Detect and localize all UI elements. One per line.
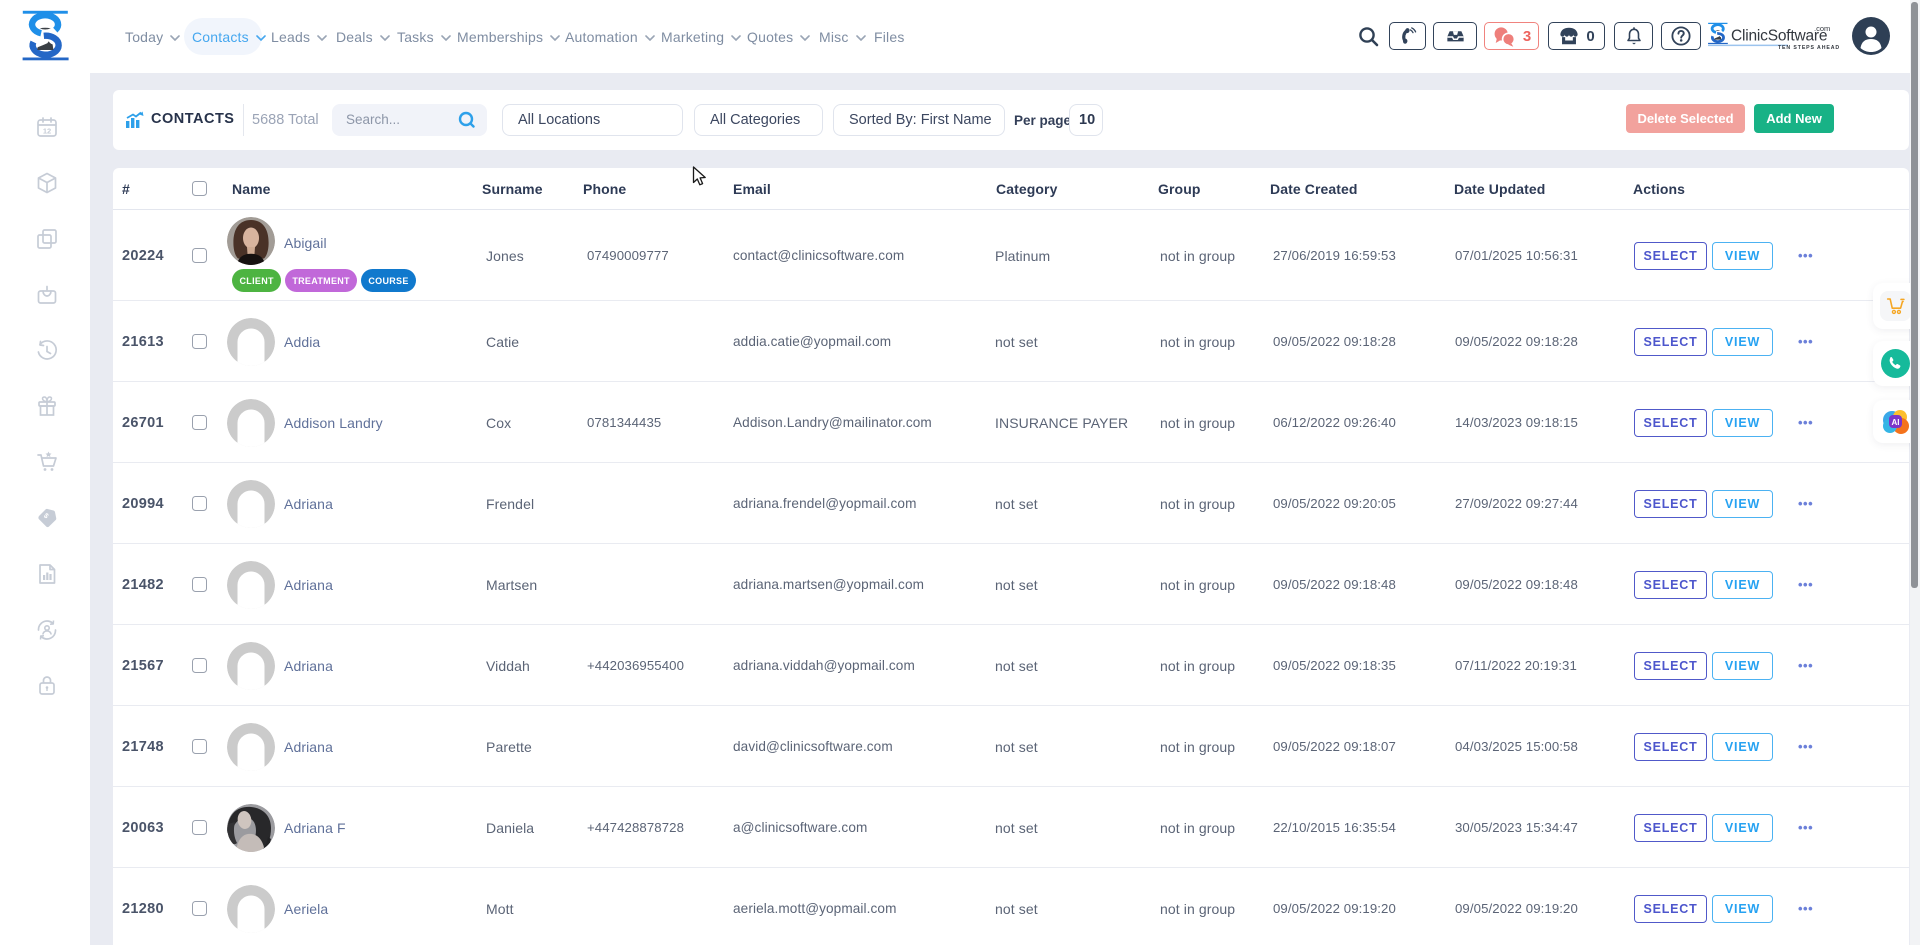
svg-text:.com: .com	[1814, 24, 1830, 33]
svg-text:AI: AI	[1892, 418, 1900, 427]
svg-text:TEN STEPS AHEAD: TEN STEPS AHEAD	[1778, 45, 1840, 50]
svg-text:ClinicSoftware: ClinicSoftware	[1731, 28, 1827, 45]
svg-text:12: 12	[43, 127, 51, 136]
